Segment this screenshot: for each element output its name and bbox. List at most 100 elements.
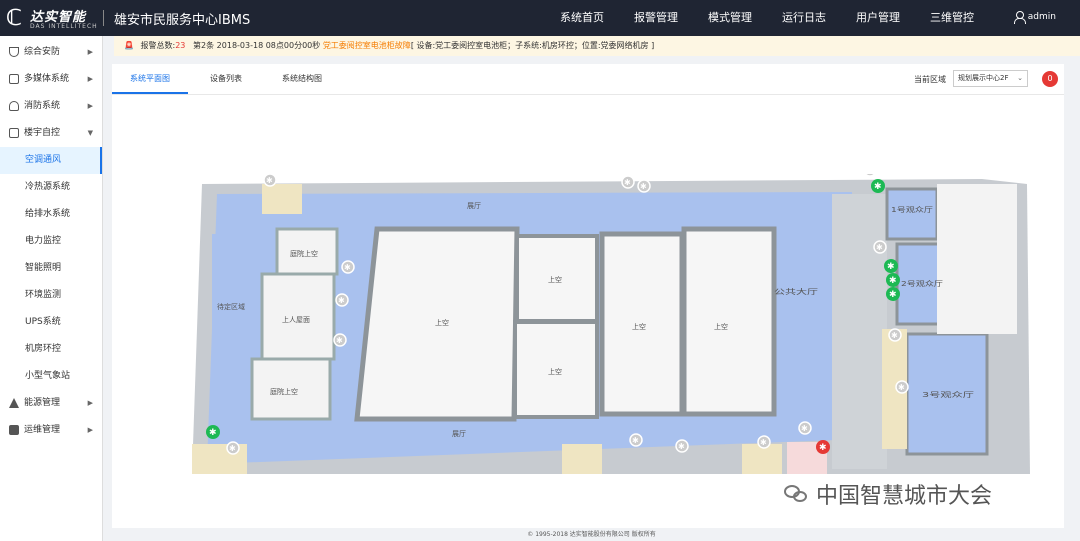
alarm-ticker[interactable]: 🚨 报警总数:23 第2条 2018-03-18 08点00分00秒 党工委阅控… <box>114 36 1080 56</box>
fan-running-icon[interactable]: ✱ <box>871 179 885 193</box>
fan-running-icon[interactable]: ✱ <box>884 259 898 273</box>
sidebar-item-maintenance[interactable]: 运维管理 ▶ <box>0 417 102 444</box>
sidebar-sub-lighting[interactable]: 智能照明 <box>0 255 102 282</box>
sidebar-item-label: 综合安防 <box>24 47 61 57</box>
svg-text:✱: ✱ <box>632 436 639 445</box>
chevron-right-icon: ▶ <box>87 48 93 56</box>
fan-device-icon[interactable]: ✱ <box>333 333 347 347</box>
floor-plan: 展厅 展厅 待定区域 庭院上空 上人屋面 庭院上空 上空 上空 上空 上空 上空… <box>192 174 1030 474</box>
svg-text:✱: ✱ <box>887 262 895 272</box>
fan-device-icon[interactable]: ✱ <box>675 439 689 453</box>
chevron-right-icon: ▶ <box>87 102 93 110</box>
room-label-hall-1: 1号观众厅 <box>891 206 933 214</box>
alarm-siren-icon: 🚨 <box>124 41 134 50</box>
sidebar-sub-weather[interactable]: 小型气象站 <box>0 363 102 390</box>
svg-text:✱: ✱ <box>209 428 217 438</box>
region-select[interactable]: 规划展示中心2F ⌄ <box>953 70 1028 87</box>
wechat-icon <box>784 483 810 505</box>
room-label-lobby: 公共大厅 <box>774 287 818 296</box>
watermark: 中国智慧城市大会 <box>784 478 992 510</box>
right-wing-strip <box>832 194 887 469</box>
sidebar-item-energy[interactable]: 能源管理 ▶ <box>0 390 102 417</box>
sidebar-item-media[interactable]: 多媒体系统 ▶ <box>0 66 102 93</box>
logo-subtext: DAS INTELLITECH <box>30 23 98 30</box>
sidebar-sub-room-env[interactable]: 机房环控 <box>0 336 102 363</box>
room-label-hall-3: 3号观众厅 <box>922 391 974 399</box>
tab-bar: 系统平面图 设备列表 系统结构图 <box>112 64 340 94</box>
sidebar-item-label: 能源管理 <box>24 398 61 408</box>
fan-device-icon[interactable]: ✱ <box>621 175 635 189</box>
svg-text:✱: ✱ <box>678 442 685 451</box>
alarm-prefix: 报警总数: <box>140 41 176 50</box>
fan-running-icon[interactable]: ✱ <box>206 425 220 439</box>
building-icon <box>9 128 19 138</box>
fan-running-icon[interactable]: ✱ <box>886 273 900 287</box>
chevron-right-icon: ▶ <box>87 75 93 83</box>
sidebar-sub-environment[interactable]: 环境监测 <box>0 282 102 309</box>
app-title: 雄安市民服务中心IBMS <box>114 13 251 28</box>
sidebar-item-security[interactable]: 综合安防 ▶ <box>0 39 102 66</box>
fan-device-icon[interactable]: ✱ <box>873 240 887 254</box>
chevron-down-icon: ▼ <box>87 129 93 137</box>
nav-mode[interactable]: 模式管理 <box>693 0 767 36</box>
svg-text:✱: ✱ <box>338 296 345 305</box>
tab-divider <box>112 94 1064 95</box>
fan-device-icon[interactable]: ✱ <box>895 380 909 394</box>
svg-text:✱: ✱ <box>760 438 767 447</box>
svg-text:✱: ✱ <box>229 444 236 453</box>
tab-structure[interactable]: 系统结构图 <box>264 64 340 94</box>
svg-text:✱: ✱ <box>819 443 827 453</box>
sidebar-sub-ups[interactable]: UPS系统 <box>0 309 102 336</box>
chevron-right-icon: ▶ <box>87 426 93 434</box>
fan-running-icon[interactable]: ✱ <box>886 287 900 301</box>
main-panel: 系统平面图 设备列表 系统结构图 当前区域 规划展示中心2F ⌄ 0 展厅 展厅… <box>112 64 1064 528</box>
tab-device-list[interactable]: 设备列表 <box>188 64 264 94</box>
maintenance-icon <box>9 425 19 435</box>
username: admin <box>1027 12 1056 22</box>
fan-device-icon[interactable]: ✱ <box>798 421 812 435</box>
fan-device-icon[interactable]: ✱ <box>226 441 240 455</box>
alarm-count-badge[interactable]: 0 <box>1042 71 1058 87</box>
sidebar-sub-water[interactable]: 给排水系统 <box>0 201 102 228</box>
sidebar-item-fire[interactable]: 消防系统 ▶ <box>0 93 102 120</box>
fan-device-icon[interactable]: ✱ <box>335 293 349 307</box>
nav-alarm[interactable]: 报警管理 <box>619 0 693 36</box>
fan-device-icon[interactable]: ✱ <box>263 174 277 187</box>
fan-device-icon[interactable]: ✱ <box>629 433 643 447</box>
sidebar-item-label: 消防系统 <box>24 101 61 111</box>
fan-device-icon[interactable]: ✱ <box>888 328 902 342</box>
sidebar-sub-power[interactable]: 电力监控 <box>0 228 102 255</box>
header-divider <box>103 10 104 26</box>
sidebar-item-building[interactable]: 楼宇自控 ▼ <box>0 120 102 147</box>
svg-text:✱: ✱ <box>336 336 343 345</box>
energy-icon <box>9 398 19 408</box>
svg-text:✱: ✱ <box>640 182 647 191</box>
fan-device-icon[interactable]: ✱ <box>341 260 355 274</box>
svg-text:✱: ✱ <box>889 290 897 300</box>
room-label-courtyard-top: 庭院上空 <box>290 249 318 258</box>
fan-alarm-icon[interactable]: ✱ <box>816 440 830 454</box>
nav-3d[interactable]: 三维管控 <box>915 0 989 36</box>
svg-text:✱: ✱ <box>866 174 873 175</box>
fan-device-icon[interactable]: ✱ <box>637 179 651 193</box>
user-menu[interactable]: admin <box>1013 11 1056 24</box>
sidebar-sub-hvac[interactable]: 空调通风 <box>0 147 102 174</box>
nav-users[interactable]: 用户管理 <box>841 0 915 36</box>
room-label-hall-top: 展厅 <box>467 202 481 210</box>
tab-floorplan[interactable]: 系统平面图 <box>112 64 188 94</box>
svg-text:✱: ✱ <box>891 331 898 340</box>
fan-device-icon[interactable]: ✱ <box>757 435 771 449</box>
fan-device-icon[interactable]: ✱ <box>864 174 876 177</box>
room-label-void-big: 上空 <box>435 318 449 327</box>
svg-text:✱: ✱ <box>889 276 897 286</box>
nav-log[interactable]: 运行日志 <box>767 0 841 36</box>
utility-room <box>262 184 302 214</box>
hall-1 <box>885 187 939 241</box>
nav-home[interactable]: 系统首页 <box>545 0 619 36</box>
room-label-roof: 上人屋面 <box>282 315 310 324</box>
room-label-void-1: 上空 <box>548 275 562 284</box>
top-navigation-bar: ℂ 达实智能 DAS INTELLITECH 雄安市民服务中心IBMS 系统首页… <box>0 0 1080 36</box>
company-logo[interactable]: ℂ 达实智能 DAS INTELLITECH <box>6 4 98 34</box>
sidebar-sub-heat-source[interactable]: 冷热源系统 <box>0 174 102 201</box>
media-icon <box>9 74 19 84</box>
